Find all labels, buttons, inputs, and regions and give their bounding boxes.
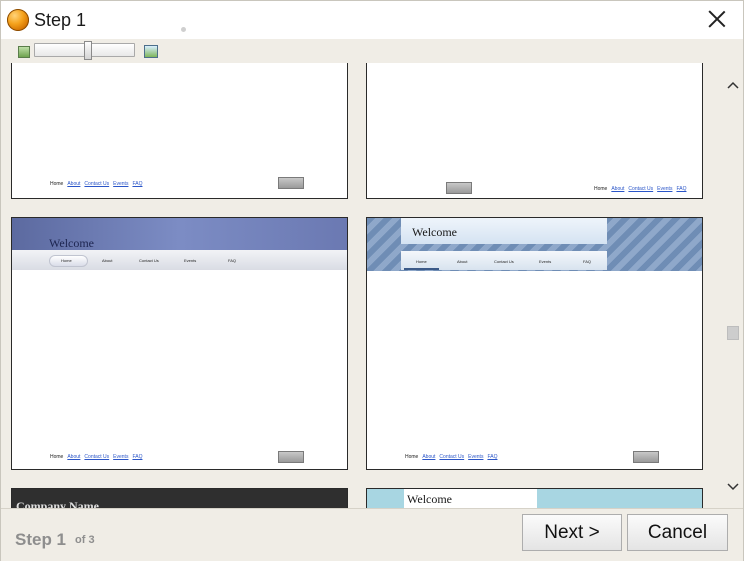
close-icon[interactable] bbox=[705, 7, 729, 31]
nav-home: Home bbox=[61, 258, 72, 263]
link-faq: FAQ bbox=[132, 181, 143, 187]
wizard-footer: Step 1 of 3 Next > Cancel bbox=[1, 508, 743, 561]
nav-events: Events bbox=[539, 259, 552, 264]
template-thumbnail[interactable]: Welcome Home About Contact Us Events FAQ… bbox=[366, 217, 703, 470]
link-events: Events bbox=[113, 454, 129, 460]
template-thumbnail[interactable]: Home About Contact Us Events FAQ bbox=[366, 63, 703, 199]
nav-contact: Contact Us bbox=[139, 258, 159, 263]
title-bar: Step 1 bbox=[1, 1, 743, 39]
cancel-button[interactable]: Cancel bbox=[627, 514, 728, 551]
footer-links: Home About Contact Us Events FAQ bbox=[50, 181, 146, 187]
link-home: Home bbox=[594, 186, 608, 192]
footer-links: Home About Contact Us Events FAQ bbox=[594, 186, 690, 192]
nav-faq: FAQ bbox=[583, 259, 592, 264]
link-contact: Contact Us bbox=[439, 454, 465, 460]
template-thumbnail[interactable]: Home About Contact Us Events FAQ bbox=[11, 63, 348, 199]
footer-links: Home About Contact Us Events FAQ bbox=[50, 454, 146, 460]
wizard-dialog: Step 1 Home About Contact Us Events FAQ Home… bbox=[0, 0, 744, 561]
link-contact: Contact Us bbox=[84, 454, 110, 460]
welcome-heading: Welcome bbox=[412, 225, 458, 239]
nav-contact: Contact Us bbox=[494, 259, 514, 264]
welcome-heading: Welcome bbox=[49, 236, 95, 250]
image-small-icon[interactable] bbox=[18, 46, 30, 58]
link-about: About bbox=[422, 454, 436, 460]
nav-home: Home bbox=[416, 259, 427, 264]
chevron-down-icon[interactable] bbox=[727, 479, 739, 491]
welcome-heading: Welcome bbox=[407, 492, 453, 506]
template-header: Welcome Home About Contact Us Events FAQ bbox=[367, 218, 702, 271]
app-orb-icon bbox=[7, 9, 29, 31]
scrollbar-thumb[interactable] bbox=[727, 326, 739, 340]
template-header: Company Name bbox=[12, 489, 347, 508]
dot-icon bbox=[181, 27, 186, 32]
badge-icon bbox=[278, 177, 304, 189]
link-faq: FAQ bbox=[132, 454, 143, 460]
template-nav: Home About Contact Us Events FAQ bbox=[12, 250, 347, 270]
badge-icon bbox=[633, 451, 659, 463]
template-thumbnail[interactable]: Welcome Home About Contact Us Events FAQ… bbox=[11, 217, 348, 470]
step-label: Step 1 bbox=[15, 530, 67, 549]
link-events: Events bbox=[657, 186, 673, 192]
template-thumbnail[interactable]: Welcome bbox=[366, 488, 703, 508]
nav-faq: FAQ bbox=[228, 258, 237, 263]
badge-icon bbox=[446, 182, 472, 194]
link-events: Events bbox=[113, 181, 129, 187]
window-title: Step 1 bbox=[34, 10, 87, 30]
link-faq: FAQ bbox=[487, 454, 498, 460]
badge-icon bbox=[278, 451, 304, 463]
link-home: Home bbox=[405, 454, 419, 460]
zoom-slider-thumb[interactable] bbox=[84, 41, 92, 60]
nav-events: Events bbox=[184, 258, 197, 263]
link-home: Home bbox=[50, 454, 64, 460]
template-gallery: Home About Contact Us Events FAQ Home About Co… bbox=[1, 63, 723, 508]
image-large-icon[interactable] bbox=[144, 45, 158, 58]
vertical-scrollbar[interactable] bbox=[723, 63, 743, 508]
nav-underline bbox=[404, 268, 439, 270]
footer-links: Home About Contact Us Events FAQ bbox=[405, 454, 501, 460]
link-about: About bbox=[611, 186, 625, 192]
link-home: Home bbox=[50, 181, 64, 187]
template-header: Welcome bbox=[12, 218, 347, 250]
link-contact: Contact Us bbox=[628, 186, 654, 192]
nav-about: About bbox=[457, 259, 468, 264]
chevron-up-icon[interactable] bbox=[727, 79, 739, 91]
link-faq: FAQ bbox=[676, 186, 687, 192]
next-button[interactable]: Next > bbox=[522, 514, 622, 551]
template-header: Welcome bbox=[367, 489, 702, 508]
step-of-label: of 3 bbox=[75, 534, 95, 546]
link-about: About bbox=[67, 181, 81, 187]
template-thumbnail[interactable]: Company Name bbox=[11, 488, 348, 508]
nav-about: About bbox=[102, 258, 113, 263]
link-events: Events bbox=[468, 454, 484, 460]
link-contact: Contact Us bbox=[84, 181, 110, 187]
link-about: About bbox=[67, 454, 81, 460]
company-name: Company Name bbox=[16, 499, 99, 508]
